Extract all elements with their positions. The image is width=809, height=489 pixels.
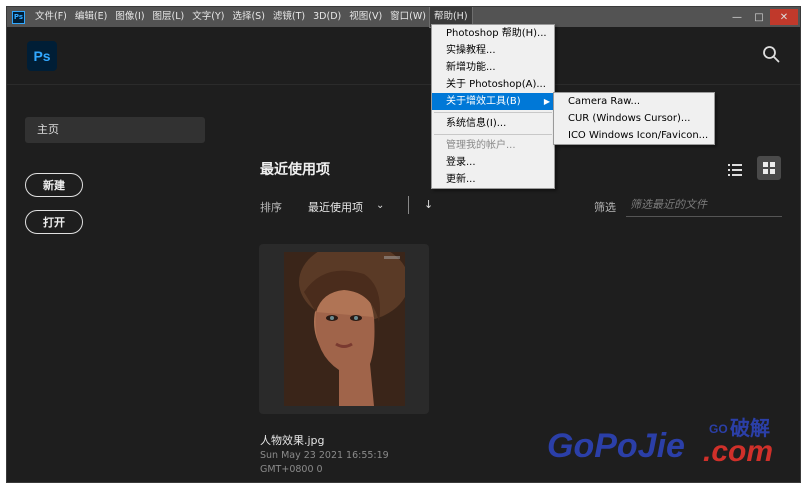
filter-label: 筛选 [594, 201, 616, 214]
grid-view-button[interactable] [757, 156, 781, 180]
file-thumbnail [284, 252, 405, 406]
menu-type[interactable]: 文字(Y) [188, 7, 228, 27]
svg-text:破解: 破解 [730, 416, 770, 440]
file-name: 人物效果.jpg [260, 434, 325, 447]
menu-filter[interactable]: 滤镜(T) [269, 7, 309, 27]
chevron-down-icon[interactable]: ⌄ [376, 200, 384, 211]
submenu-arrow-icon: ▶ [543, 97, 550, 106]
window-controls: — □ ✕ [726, 7, 798, 27]
list-view-icon [728, 164, 742, 176]
plugin-cur-windows-cursor[interactable]: CUR (Windows Cursor)... [554, 110, 714, 127]
menu-select[interactable]: 选择(S) [228, 7, 268, 27]
sort-label: 排序 [260, 201, 282, 214]
svg-text:GoPoJie: GoPoJie [547, 427, 685, 465]
menu-file[interactable]: 文件(F) [31, 7, 71, 27]
search-icon[interactable] [762, 45, 780, 63]
sort-divider [408, 196, 409, 214]
app-icon[interactable]: Ps [12, 10, 25, 24]
menu-edit[interactable]: 编辑(E) [71, 7, 111, 27]
menu-layer[interactable]: 图层(L) [149, 7, 189, 27]
maximize-button[interactable]: □ [748, 9, 770, 25]
help-menu-manage-account: 管理我的帐户... [446, 140, 516, 151]
grid-view-icon [763, 162, 775, 174]
sort-direction-icon[interactable]: ↓ [424, 198, 433, 211]
help-menu-sign-in[interactable]: 登录... [432, 154, 554, 171]
open-button[interactable]: 打开 [25, 210, 83, 234]
plugins-submenu: Camera Raw... CUR (Windows Cursor)... IC… [553, 92, 715, 145]
header-divider [7, 84, 800, 85]
recent-file-card[interactable] [259, 244, 429, 414]
photoshop-logo[interactable]: Ps [27, 41, 57, 71]
filter-input[interactable] [626, 193, 782, 217]
menu-separator [434, 112, 552, 113]
minimize-button[interactable]: — [726, 9, 748, 25]
menu-window[interactable]: 窗口(W) [386, 7, 430, 27]
help-menu-system-info[interactable]: 系统信息(I)... [432, 115, 554, 132]
help-menu-photoshop-help[interactable]: Photoshop 帮助(H)... [432, 25, 554, 42]
sort-dropdown[interactable]: 最近使用项 [308, 199, 363, 215]
close-button[interactable]: ✕ [770, 9, 798, 25]
file-date: Sun May 23 2021 16:55:19 GMT+0800 0 [260, 450, 389, 475]
menu-separator [434, 134, 552, 135]
menu-3d[interactable]: 3D(D) [309, 7, 345, 27]
photoshop-window: Ps 文件(F) 编辑(E) 图像(I) 图层(L) 文字(Y) 选择(S) 滤… [6, 6, 801, 483]
menu-image[interactable]: 图像(I) [111, 7, 148, 27]
help-menu-updates[interactable]: 更新... [432, 171, 554, 188]
help-menu-tutorials[interactable]: 实操教程... [432, 42, 554, 59]
plugin-ico-windows-icon[interactable]: ICO Windows Icon/Favicon... [554, 127, 714, 144]
help-menu-about-photoshop[interactable]: 关于 Photoshop(A)... [432, 76, 554, 93]
recent-title: 最近使用项 [260, 162, 330, 178]
new-button[interactable]: 新建 [25, 173, 83, 197]
help-menu-about-plugins[interactable]: 关于增效工具(B) ▶ [432, 93, 554, 110]
help-menu: Photoshop 帮助(H)... 实操教程... 新增功能... 关于 Ph… [431, 24, 555, 189]
sidebar-item-home[interactable]: 主页 [25, 117, 205, 143]
gopojie-watermark: GoPoJie .com GO 破解 [547, 416, 773, 468]
help-menu-whats-new[interactable]: 新增功能... [432, 59, 554, 76]
plugin-camera-raw[interactable]: Camera Raw... [554, 93, 714, 110]
list-view-button[interactable] [724, 159, 746, 181]
menu-view[interactable]: 视图(V) [345, 7, 386, 27]
about-plugins-label: 关于增效工具(B) [446, 96, 521, 107]
menu-bar: Ps 文件(F) 编辑(E) 图像(I) 图层(L) 文字(Y) 选择(S) 滤… [7, 7, 800, 28]
svg-text:GO: GO [709, 422, 728, 436]
